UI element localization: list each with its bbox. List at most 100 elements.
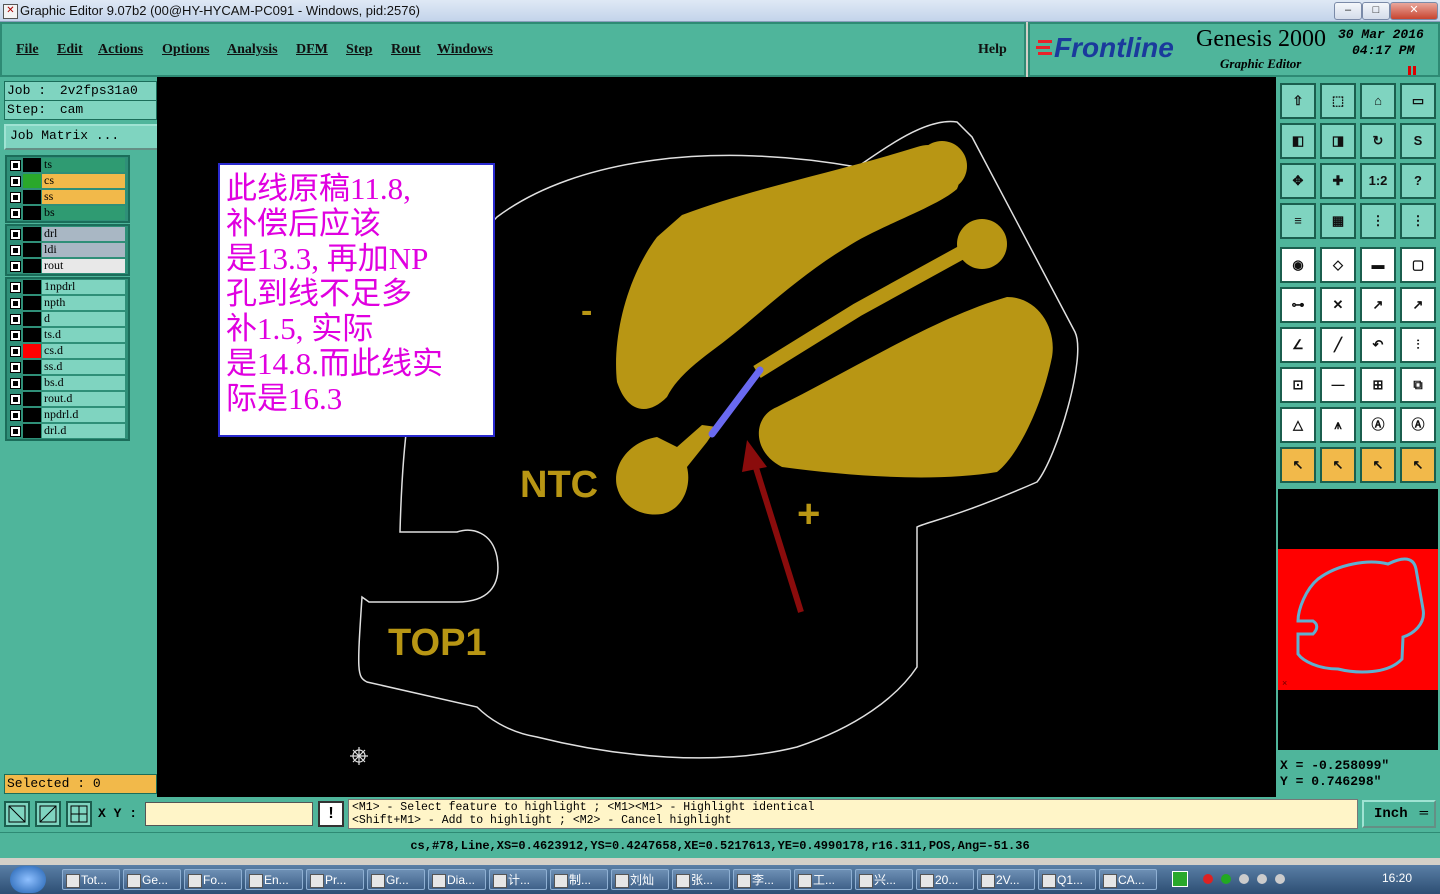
close-button[interactable]: ✕: [1390, 2, 1438, 20]
layer-row-rout.d[interactable]: rout.d: [7, 391, 128, 407]
taskbar-item[interactable]: 制...: [550, 869, 608, 890]
layer-checkbox[interactable]: [10, 314, 21, 325]
save-icon[interactable]: ⬚: [1320, 83, 1356, 119]
split-icon[interactable]: ⫶: [1400, 327, 1436, 363]
select-feature-icon[interactable]: ◉: [1280, 247, 1316, 283]
layer-name[interactable]: ts.d: [42, 328, 125, 342]
menu-windows[interactable]: Windows: [437, 42, 493, 58]
job-field[interactable]: Job : 2v2fps31a0: [4, 81, 157, 101]
taskbar-item[interactable]: Fo...: [184, 869, 242, 890]
layer-color-swatch[interactable]: [23, 312, 41, 326]
triangle-b-icon[interactable]: Ⓐ: [1400, 407, 1436, 443]
layer-row-npth[interactable]: npth: [7, 295, 128, 311]
layer-color-swatch[interactable]: [23, 259, 41, 273]
layer-color-swatch[interactable]: [23, 158, 41, 172]
layer-row-d[interactable]: d: [7, 311, 128, 327]
taskbar-item[interactable]: CA...: [1099, 869, 1157, 890]
layer-row-ldi[interactable]: ldi: [7, 242, 128, 258]
taskbar-item[interactable]: Gr...: [367, 869, 425, 890]
zoom-area-icon[interactable]: [4, 801, 30, 827]
copy-icon[interactable]: ⧉: [1400, 367, 1436, 403]
layer-checkbox[interactable]: [10, 298, 21, 309]
dot-line-icon[interactable]: ↗: [1360, 287, 1396, 323]
layer-name[interactable]: drl: [42, 227, 125, 241]
open-step-icon[interactable]: ⇧: [1280, 83, 1316, 119]
layer-name[interactable]: rout: [42, 259, 125, 273]
taskbar-item[interactable]: Dia...: [428, 869, 486, 890]
layer-color-swatch[interactable]: [23, 190, 41, 204]
taskbar-item[interactable]: 李...: [733, 869, 791, 890]
slash-icon[interactable]: ╱: [1320, 327, 1356, 363]
grid-display-icon[interactable]: ▦: [1320, 203, 1356, 239]
tray-app-icon[interactable]: [1172, 871, 1188, 887]
pad-select-icon[interactable]: ⊡: [1280, 367, 1316, 403]
layer-name[interactable]: d: [42, 312, 125, 326]
layer-row-bs[interactable]: bs: [7, 205, 128, 221]
layer-name[interactable]: npdrl.d: [42, 408, 125, 422]
layer-checkbox[interactable]: [10, 426, 21, 437]
layer-color-swatch[interactable]: [23, 408, 41, 422]
layer-color-swatch[interactable]: [23, 296, 41, 310]
connect-icon[interactable]: ⊶: [1280, 287, 1316, 323]
taskbar-item[interactable]: Pr...: [306, 869, 364, 890]
layer-checkbox[interactable]: [10, 346, 21, 357]
zoom-home-icon[interactable]: ✚: [1320, 163, 1356, 199]
taskbar-item[interactable]: 张...: [672, 869, 730, 890]
layer-name[interactable]: rout.d: [42, 392, 125, 406]
layer-compare-icon[interactable]: ⋮: [1400, 203, 1436, 239]
pointer-move-icon[interactable]: ↖: [1400, 447, 1436, 483]
layer-checkbox[interactable]: [10, 394, 21, 405]
layer-name[interactable]: npth: [42, 296, 125, 310]
layer-row-ts.d[interactable]: ts.d: [7, 327, 128, 343]
taskbar-item[interactable]: 兴...: [855, 869, 913, 890]
layer-name[interactable]: bs: [42, 206, 125, 220]
triangle-icon[interactable]: △: [1280, 407, 1316, 443]
layer-checkbox[interactable]: [10, 160, 21, 171]
cross-icon[interactable]: ✕: [1320, 287, 1356, 323]
measure-icon[interactable]: [35, 801, 61, 827]
pointer-icon[interactable]: ↖: [1280, 447, 1316, 483]
layer-checkbox[interactable]: [10, 362, 21, 373]
pointer-box-icon[interactable]: ↖: [1320, 447, 1356, 483]
menu-dfm[interactable]: DFM: [296, 42, 328, 58]
taskbar-item[interactable]: 20...: [916, 869, 974, 890]
layer-name[interactable]: cs: [42, 174, 125, 188]
grid-icon[interactable]: [66, 801, 92, 827]
layer-name[interactable]: cs.d: [42, 344, 125, 358]
layer-row-drl[interactable]: drl: [7, 226, 128, 242]
home-icon[interactable]: ⌂: [1360, 83, 1396, 119]
taskbar-item[interactable]: Q1...: [1038, 869, 1096, 890]
layer-row-ss.d[interactable]: ss.d: [7, 359, 128, 375]
layer-color-swatch[interactable]: [23, 392, 41, 406]
board-preview[interactable]: ×: [1278, 549, 1438, 690]
start-button-icon[interactable]: [10, 866, 46, 893]
layer-row-npdrl.d[interactable]: npdrl.d: [7, 407, 128, 423]
layer-color-swatch[interactable]: [23, 376, 41, 390]
layer-checkbox[interactable]: [10, 330, 21, 341]
help-icon[interactable]: ?: [1400, 163, 1436, 199]
pad-icon[interactable]: ↗: [1400, 287, 1436, 323]
layer-color-swatch[interactable]: [23, 243, 41, 257]
pointer-circle-icon[interactable]: ↖: [1360, 447, 1396, 483]
taskbar-item[interactable]: Ge...: [123, 869, 181, 890]
ruler-icon[interactable]: ▬: [1360, 247, 1396, 283]
units-selector[interactable]: Inch ═: [1362, 800, 1436, 828]
layer-checkbox[interactable]: [10, 261, 21, 272]
layer-row-1npdrl[interactable]: 1npdrl: [7, 279, 128, 295]
layer-row-cs[interactable]: cs: [7, 173, 128, 189]
window-icon[interactable]: ▭: [1400, 83, 1436, 119]
layer-color-swatch[interactable]: [23, 280, 41, 294]
layer-color-swatch[interactable]: [23, 328, 41, 342]
layer-row-drl.d[interactable]: drl.d: [7, 423, 128, 439]
undo-arc-icon[interactable]: ↶: [1360, 327, 1396, 363]
layer-checkbox[interactable]: [10, 378, 21, 389]
menu-analysis[interactable]: Analysis: [227, 42, 278, 58]
menu-options[interactable]: Options: [162, 42, 209, 58]
layer-row-bs.d[interactable]: bs.d: [7, 375, 128, 391]
layer-row-ts[interactable]: ts: [7, 157, 128, 173]
layer-panel-icon[interactable]: ⋮: [1360, 203, 1396, 239]
taskbar-item[interactable]: Tot...: [62, 869, 120, 890]
triangle-a-icon[interactable]: Ⓐ: [1360, 407, 1396, 443]
job-matrix-button[interactable]: Job Matrix ...: [4, 124, 161, 150]
alert-icon[interactable]: !: [318, 801, 344, 827]
